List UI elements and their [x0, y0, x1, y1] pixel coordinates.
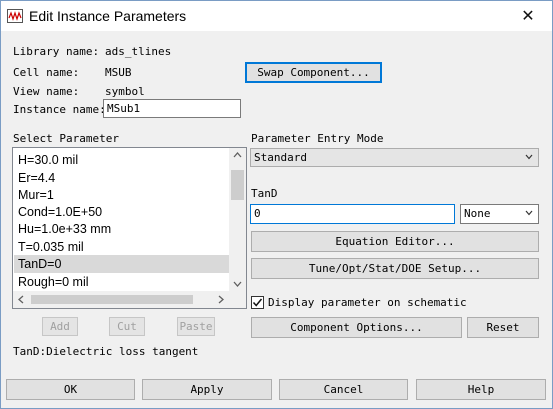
unit-select[interactable]: None — [460, 204, 539, 224]
library-name-value: ads_tlines — [105, 45, 172, 58]
library-name-label: Library name: — [13, 45, 100, 58]
tune-opt-stat-doe-setup-button[interactable]: Tune/Opt/Stat/DOE Setup... — [251, 258, 539, 279]
component-options-button[interactable]: Component Options... — [251, 317, 462, 338]
scroll-up-icon[interactable] — [233, 152, 242, 158]
list-item[interactable]: Hu=1.0e+33 mm — [18, 220, 111, 238]
parameter-description: TanD:Dielectric loss tangent — [13, 345, 199, 358]
chevron-down-icon — [525, 154, 533, 160]
parameter-value-input[interactable]: 0 — [250, 204, 455, 224]
equation-editor-button[interactable]: Equation Editor... — [251, 231, 539, 252]
paste-button[interactable]: Paste — [177, 317, 215, 336]
vertical-scroll-thumb[interactable] — [231, 170, 244, 200]
list-item[interactable]: Er=4.4 — [18, 169, 55, 187]
cell-name-value: MSUB — [105, 66, 132, 79]
list-item[interactable]: Cond=1.0E+50 — [18, 203, 102, 221]
display-parameter-checkbox[interactable] — [251, 296, 264, 309]
scroll-right-icon[interactable] — [218, 295, 224, 304]
view-name-value: symbol — [105, 85, 145, 98]
unit-value: None — [464, 207, 491, 220]
window-title: Edit Instance Parameters — [29, 8, 187, 24]
entry-mode-heading: Parameter Entry Mode — [251, 132, 384, 145]
scroll-corner — [229, 291, 246, 308]
chevron-down-icon — [525, 210, 533, 216]
instance-name-input[interactable]: MSub1 — [103, 99, 241, 118]
add-button[interactable]: Add — [42, 317, 78, 336]
scroll-left-icon[interactable] — [18, 295, 24, 304]
apply-button[interactable]: Apply — [142, 379, 272, 400]
horizontal-scroll-thumb[interactable] — [31, 295, 193, 304]
list-item[interactable]: T=0.035 mil — [18, 238, 84, 256]
display-parameter-label[interactable]: Display parameter on schematic — [268, 296, 467, 309]
list-item[interactable]: Rough=0 mil — [18, 273, 89, 291]
cell-name-label: Cell name: — [13, 66, 80, 79]
close-button[interactable]: ✕ — [508, 3, 548, 29]
swap-component-button[interactable]: Swap Component... — [245, 62, 382, 83]
list-item[interactable]: Mur=1 — [18, 186, 54, 204]
checkmark-icon — [252, 298, 263, 307]
parameter-name-label: TanD — [251, 187, 278, 200]
list-item[interactable]: H=30.0 mil — [18, 151, 78, 169]
view-name-label: View name: — [13, 85, 80, 98]
cut-button[interactable]: Cut — [109, 317, 145, 336]
schematic-app-icon — [7, 9, 23, 23]
list-item[interactable]: TanD=0 — [18, 255, 61, 273]
title-bar: Edit Instance Parameters ✕ — [0, 0, 553, 31]
select-parameter-heading: Select Parameter — [13, 132, 119, 145]
cancel-button[interactable]: Cancel — [279, 379, 408, 400]
entry-mode-select[interactable]: Standard — [250, 148, 539, 167]
help-button[interactable]: Help — [416, 379, 546, 400]
parameter-list[interactable]: H=30.0 mil Er=4.4 Mur=1 Cond=1.0E+50 Hu=… — [12, 147, 247, 309]
reset-button[interactable]: Reset — [467, 317, 539, 338]
instance-name-label: Instance name: — [13, 103, 106, 116]
ok-button[interactable]: OK — [6, 379, 135, 400]
entry-mode-value: Standard — [254, 151, 307, 164]
scroll-down-icon[interactable] — [233, 281, 242, 287]
